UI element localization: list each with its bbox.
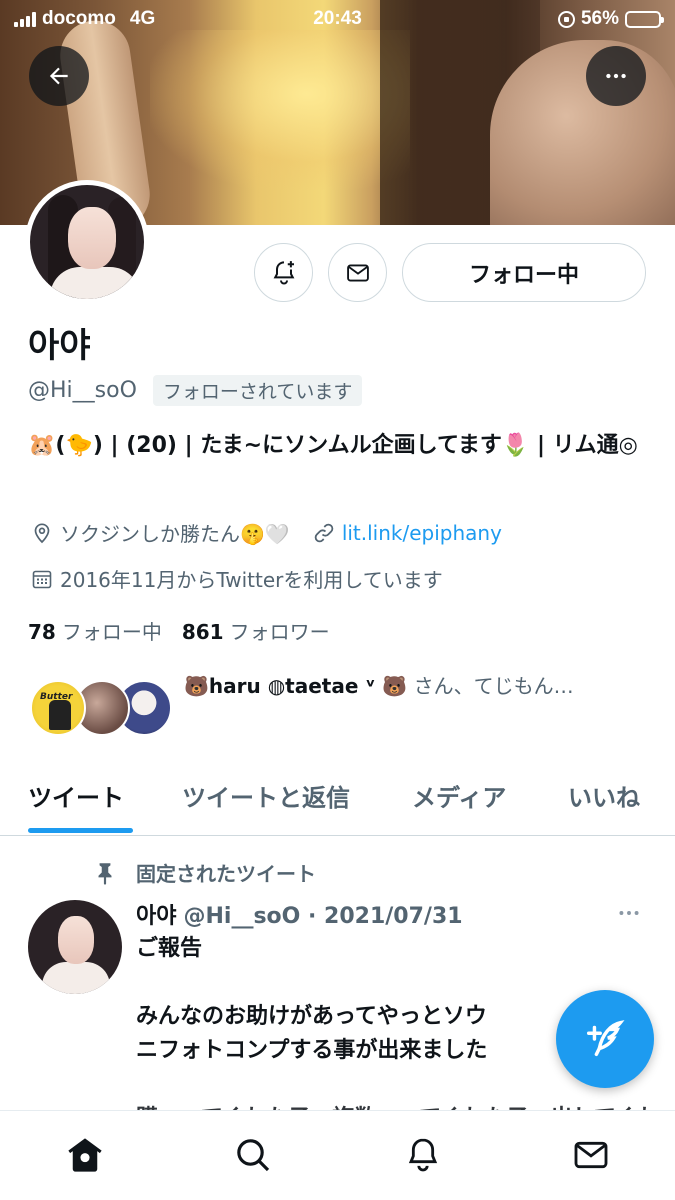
avatar-figure bbox=[49, 700, 71, 730]
location-text: ソクジンしか勝たん🤫🤍 bbox=[60, 522, 290, 546]
display-name: 아야 bbox=[28, 326, 91, 366]
battery-percent: 56% bbox=[580, 8, 619, 29]
avatar-body bbox=[42, 962, 110, 994]
arrow-left-icon bbox=[49, 67, 68, 85]
tab-tweets-replies[interactable]: ツイートと返信 bbox=[182, 778, 350, 813]
banner-light bbox=[150, 30, 410, 190]
envelope-icon bbox=[346, 263, 369, 282]
bottom-navigation bbox=[0, 1110, 675, 1200]
search-icon bbox=[237, 1139, 270, 1172]
followers-count: 861 bbox=[181, 620, 224, 644]
envelope-icon bbox=[574, 1141, 608, 1169]
status-right: 56% bbox=[557, 8, 664, 30]
location-link-row: ソクジンしか勝たん🤫🤍 lit.link/epiphany bbox=[28, 518, 502, 547]
following-count-link[interactable]: 78 フォロー中 bbox=[28, 616, 162, 645]
more-button[interactable] bbox=[586, 46, 646, 106]
tweet-line: ご報告 bbox=[136, 936, 203, 961]
nav-home[interactable] bbox=[63, 1133, 107, 1177]
followers-count-link[interactable]: 861 フォロワー bbox=[182, 616, 330, 645]
compose-tweet-button[interactable] bbox=[556, 990, 654, 1088]
known-follower-avatar: Butter bbox=[30, 680, 86, 736]
bell-plus-icon bbox=[273, 260, 294, 284]
joined-row: 2016年11月からTwitterを利用しています bbox=[28, 564, 443, 593]
nav-messages[interactable] bbox=[569, 1133, 613, 1177]
profile-tabs: ツイート ツイートと返信 メディア いいね bbox=[0, 768, 675, 836]
following-button[interactable]: フォロー中 bbox=[402, 243, 646, 302]
avatar-face bbox=[58, 916, 94, 964]
tab-likes[interactable]: いいね bbox=[568, 778, 640, 813]
handle-row: @Hi__soO フォローされています bbox=[28, 375, 363, 406]
follow-counts: 78 フォロー中 861 フォロワー bbox=[28, 616, 330, 645]
profile-link[interactable]: lit.link/epiphany bbox=[342, 521, 502, 545]
tweet-more-button[interactable] bbox=[616, 900, 642, 930]
known-followers-suffix: さん、てじもん… bbox=[413, 674, 574, 698]
known-followers-text: 🐻haru ◍taetae ᵛ 🐻 さん、てじもん… bbox=[184, 670, 654, 699]
followers-label: フォロワー bbox=[229, 620, 330, 644]
more-horizontal-icon bbox=[619, 911, 639, 915]
tweet-author-name: 아야 bbox=[136, 904, 177, 929]
banner-hand bbox=[490, 40, 675, 225]
known-followers-names: 🐻haru ◍taetae ᵛ 🐻 bbox=[184, 674, 408, 698]
orientation-lock-icon bbox=[557, 10, 575, 28]
avatar-face bbox=[68, 207, 116, 269]
profile-avatar[interactable] bbox=[25, 180, 149, 304]
nav-search[interactable] bbox=[231, 1133, 275, 1177]
home-icon bbox=[68, 1138, 102, 1172]
tab-media[interactable]: メディア bbox=[412, 778, 506, 813]
pinned-label: 固定されたツイート bbox=[136, 862, 316, 886]
tweet-avatar[interactable] bbox=[28, 900, 122, 994]
profile-bio: 🐹(🐤) | (20) | たま~にソンムル企画してます🌷 | リム通◎ bbox=[28, 433, 638, 458]
more-horizontal-icon bbox=[606, 73, 626, 79]
follows-you-badge: フォローされています bbox=[152, 375, 363, 406]
message-button[interactable] bbox=[328, 243, 387, 302]
tweet-header: 아야 @Hi__soO · 2021/07/31 bbox=[136, 898, 463, 930]
following-count: 78 bbox=[28, 620, 56, 644]
avatar-body bbox=[50, 267, 140, 299]
compose-feather-icon bbox=[586, 1020, 625, 1057]
bell-icon bbox=[408, 1138, 438, 1172]
joined-date: 2016年11月からTwitterを利用しています bbox=[60, 568, 443, 592]
status-bar: docomo 4G 20:43 56% bbox=[0, 0, 675, 40]
location-pin-icon bbox=[28, 519, 56, 547]
pin-icon bbox=[98, 862, 112, 885]
followers-you-know[interactable]: Butter 🐻haru ◍taetae ᵛ 🐻 さん、てじもん… bbox=[28, 668, 648, 748]
battery-icon bbox=[625, 10, 664, 28]
active-tab-indicator bbox=[28, 828, 133, 833]
notifications-button[interactable] bbox=[254, 243, 313, 302]
tweet-handle-date: @Hi__soO · 2021/07/31 bbox=[183, 904, 463, 929]
following-label: フォロー中 bbox=[61, 620, 162, 644]
user-handle: @Hi__soO bbox=[28, 378, 137, 403]
pinned-label-row: 固定されたツイート bbox=[92, 858, 316, 887]
tweet-line-blank bbox=[136, 966, 656, 1000]
calendar-icon bbox=[28, 565, 56, 593]
link-icon bbox=[310, 519, 338, 547]
back-button[interactable] bbox=[29, 46, 89, 106]
tab-tweets[interactable]: ツイート bbox=[28, 778, 124, 813]
nav-notifications[interactable] bbox=[401, 1133, 445, 1177]
